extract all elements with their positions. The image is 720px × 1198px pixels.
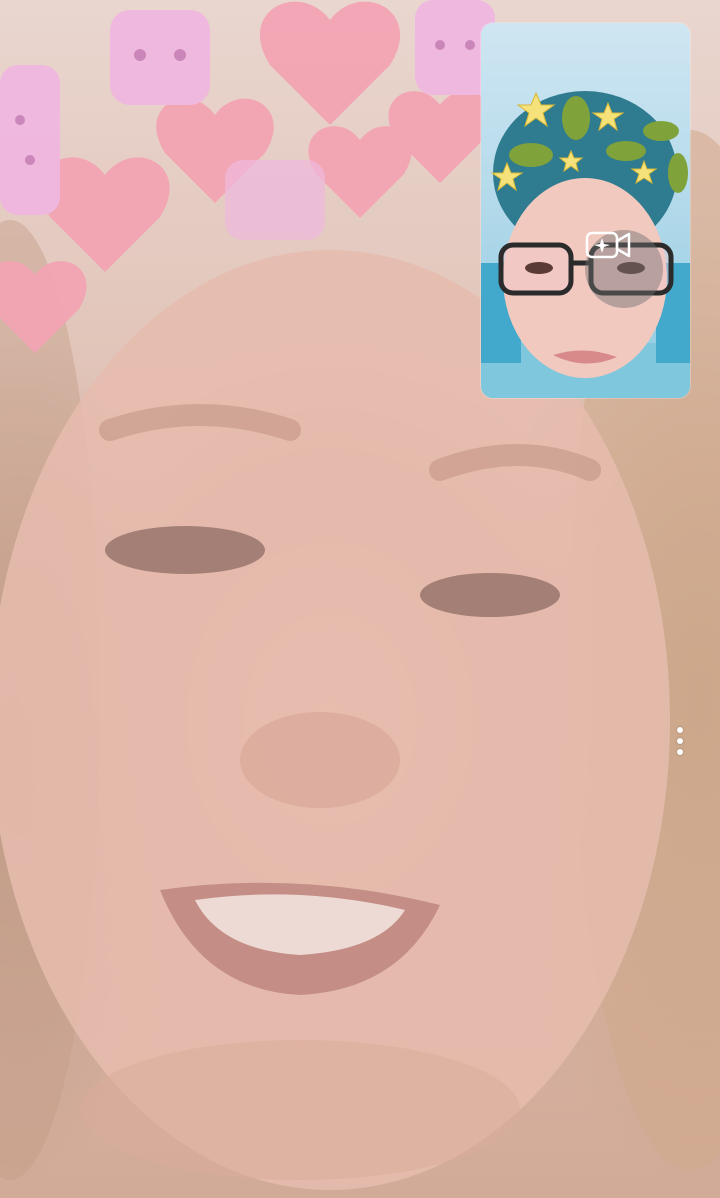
more-vertical-icon-dot [677,738,683,744]
more-options-button[interactable] [664,718,696,764]
self-view-preview[interactable] [481,23,690,398]
more-vertical-icon-dot [677,727,683,733]
self-face-illustration [481,91,690,398]
video-sparkle-icon [585,231,631,259]
more-vertical-icon-dot [677,749,683,755]
effects-button[interactable] [585,230,663,308]
video-call-screen [0,0,720,1198]
